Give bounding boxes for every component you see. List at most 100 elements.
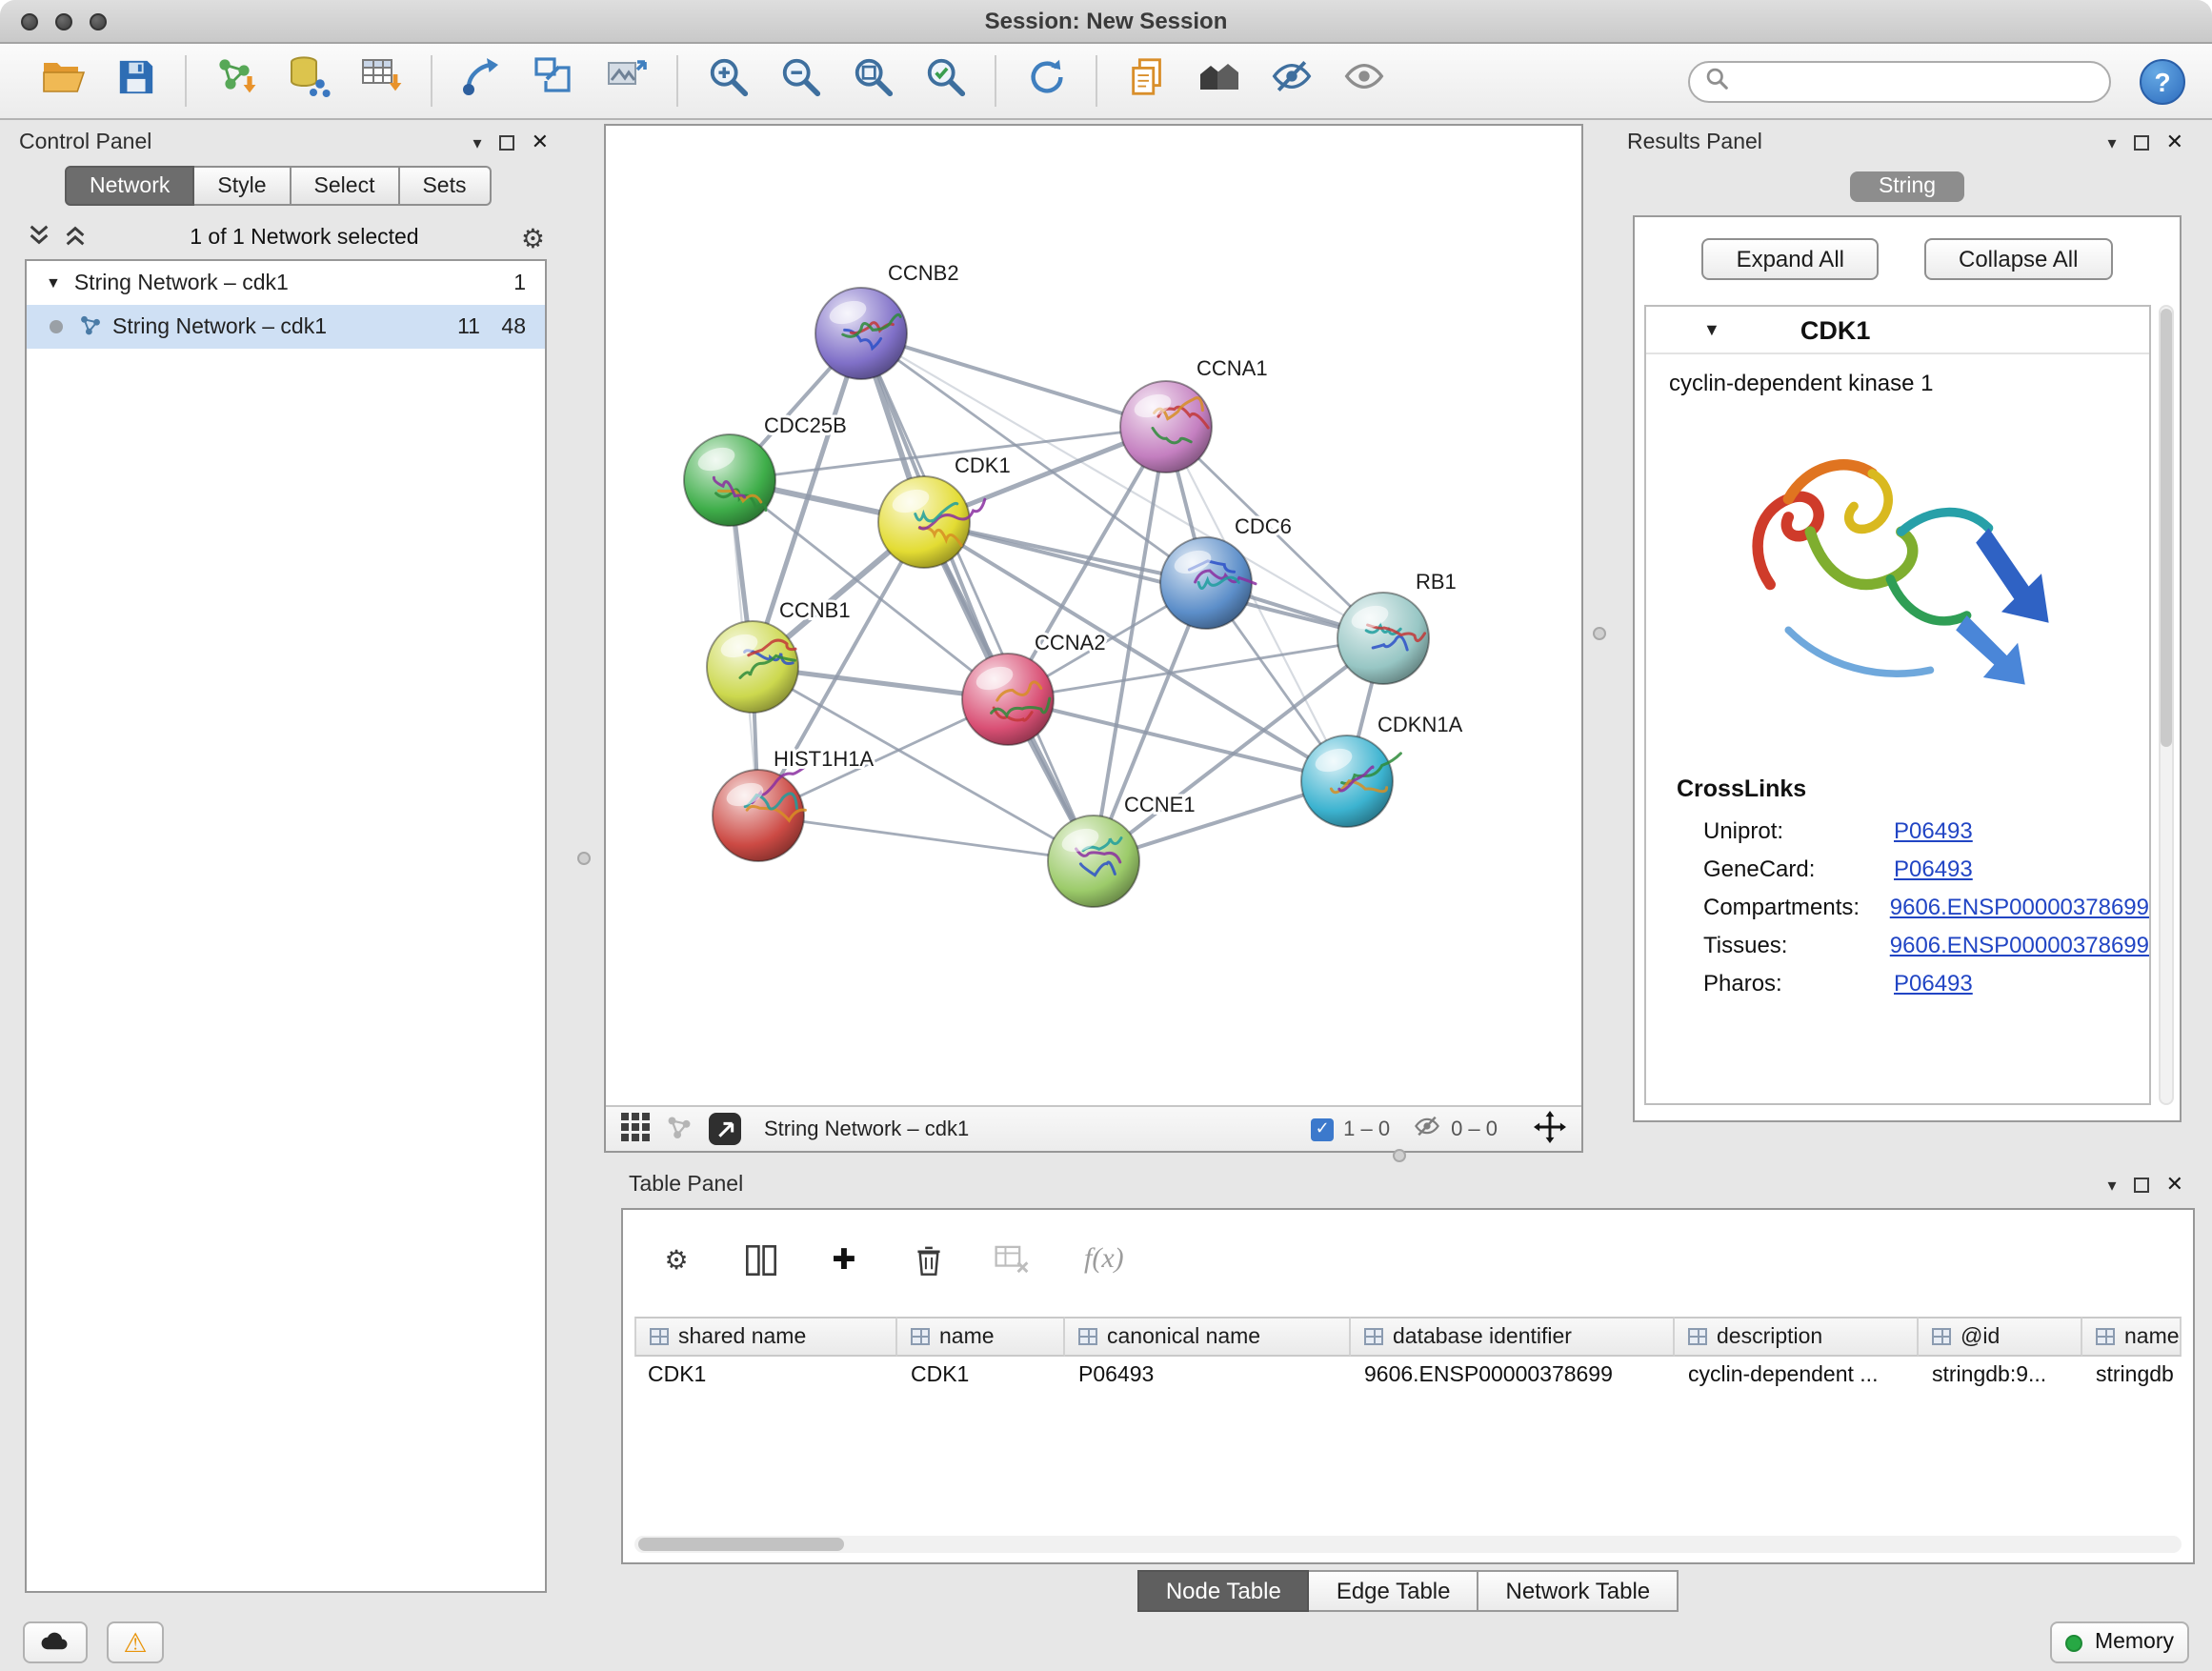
control-panel: Control Panel ▾ ✕ Network Style Select S…	[11, 124, 560, 1597]
column-header-description[interactable]: description	[1675, 1317, 1919, 1357]
expand-all-networks-icon[interactable]	[27, 223, 51, 253]
expand-all-button[interactable]: Expand All	[1702, 238, 1879, 280]
section-expander-icon[interactable]: ▼	[1703, 320, 1720, 339]
clone-network-button[interactable]	[1111, 50, 1183, 111]
network-options-gear-icon[interactable]: ⚙	[521, 225, 545, 252]
zoom-in-button[interactable]	[692, 50, 764, 111]
network-canvas[interactable]: CCNB2CCNA1CDC25BCDK1CDC6RB1CCNB1CCNA2CDK…	[606, 126, 1581, 1105]
delete-column-trash-icon[interactable]	[905, 1237, 951, 1282]
crosslink-label: Pharos:	[1703, 970, 1894, 997]
tab-network-table[interactable]: Network Table	[1479, 1569, 1679, 1611]
table-tabs: Node Table Edge Table Network Table	[621, 1566, 2195, 1614]
import-table-from-file-button[interactable]	[345, 50, 417, 111]
column-header-id[interactable]: @id	[1919, 1317, 2082, 1357]
results-scrollbar[interactable]	[2159, 305, 2174, 1105]
crosslink-pharos-link[interactable]: P06493	[1894, 970, 1973, 997]
zoom-selected-button[interactable]	[909, 50, 981, 111]
warnings-button[interactable]: ⚠	[107, 1621, 164, 1663]
help-button[interactable]: ?	[2140, 58, 2185, 104]
tab-edge-table[interactable]: Edge Table	[1310, 1569, 1479, 1611]
scrollbar-thumb[interactable]	[638, 1538, 844, 1551]
svg-text:CDK1: CDK1	[955, 453, 1011, 477]
tab-node-table[interactable]: Node Table	[1137, 1569, 1310, 1611]
cloud-status-button[interactable]	[23, 1621, 88, 1663]
crosslink-uniprot-link[interactable]: P06493	[1894, 817, 1973, 844]
column-header-name[interactable]: name	[897, 1317, 1065, 1357]
column-type-icon	[911, 1328, 930, 1345]
collection-expander-icon[interactable]: ▼	[46, 274, 61, 292]
gene-section-header[interactable]: ▼ CDK1	[1646, 307, 2149, 354]
hide-selected-button[interactable]	[1256, 50, 1328, 111]
float-panel-icon[interactable]	[2134, 135, 2149, 151]
column-header-shared-name[interactable]: shared name	[634, 1317, 897, 1357]
zoom-fit-button[interactable]	[836, 50, 909, 111]
panel-menu-icon[interactable]: ▾	[2108, 134, 2117, 151]
open-session-button[interactable]	[27, 50, 99, 111]
collapse-all-networks-icon[interactable]	[63, 223, 88, 253]
column-type-icon	[1078, 1328, 1097, 1345]
home-button[interactable]	[1183, 50, 1256, 111]
import-network-from-file-button[interactable]	[200, 50, 272, 111]
selected-checkbox-icon[interactable]: ✓	[1311, 1117, 1334, 1140]
close-window-button[interactable]	[21, 12, 38, 30]
network-row-selected[interactable]: String Network – cdk1 11 48	[27, 305, 545, 349]
float-panel-icon[interactable]	[499, 135, 514, 151]
apply-layout-button[interactable]	[1010, 50, 1082, 111]
cell-canonical-name: P06493	[1065, 1357, 1351, 1397]
cloud-icon	[38, 1624, 72, 1661]
search-field[interactable]	[1688, 60, 2111, 102]
column-header-canonical-name[interactable]: canonical name	[1065, 1317, 1351, 1357]
splitter-handle-left[interactable]	[577, 852, 591, 865]
collapse-all-button[interactable]: Collapse All	[1924, 238, 2112, 280]
table-row[interactable]: CDK1 CDK1 P06493 9606.ENSP00000378699 cy…	[634, 1357, 2182, 1397]
column-header-namespace[interactable]: namespac	[2082, 1317, 2182, 1357]
panel-menu-icon[interactable]: ▾	[473, 134, 482, 151]
memory-button[interactable]: Memory	[2051, 1621, 2189, 1663]
toolbar-separator	[995, 55, 996, 107]
minimize-window-button[interactable]	[55, 12, 72, 30]
crosslink-compartments-link[interactable]: 9606.ENSP00000378699	[1890, 894, 2149, 920]
window-controls	[21, 0, 107, 42]
network-graph[interactable]: CCNB2CCNA1CDC25BCDK1CDC6RB1CCNB1CCNA2CDK…	[606, 126, 1581, 1105]
network-selection-status: 1 of 1 Network selected	[99, 227, 510, 250]
zoom-out-button[interactable]	[764, 50, 836, 111]
first-neighbors-button[interactable]	[446, 50, 518, 111]
crosslink-tissues-link[interactable]: 9606.ENSP00000378699	[1890, 932, 2149, 958]
database-icon	[286, 53, 332, 109]
close-panel-icon[interactable]: ✕	[2166, 1175, 2183, 1196]
splitter-handle-right[interactable]	[1593, 627, 1606, 640]
collection-count: 1	[513, 272, 526, 294]
tab-style[interactable]: Style	[194, 166, 291, 206]
tab-network[interactable]: Network	[65, 166, 194, 206]
network-collection-row[interactable]: ▼ String Network – cdk1 1	[27, 261, 545, 305]
import-network-from-database-button[interactable]	[272, 50, 345, 111]
zoom-window-button[interactable]	[90, 12, 107, 30]
create-column-icon[interactable]: ✚	[821, 1237, 867, 1282]
show-columns-icon[interactable]	[737, 1237, 783, 1282]
panel-menu-icon[interactable]: ▾	[2108, 1177, 2117, 1194]
close-panel-icon[interactable]: ✕	[2166, 132, 2183, 153]
window-title: Session: New Session	[985, 8, 1228, 34]
column-header-database-identifier[interactable]: database identifier	[1351, 1317, 1675, 1357]
table-horizontal-scrollbar[interactable]	[634, 1536, 2182, 1553]
table-options-gear-icon[interactable]: ⚙	[654, 1237, 699, 1282]
new-network-from-selection-button[interactable]	[518, 50, 591, 111]
save-session-button[interactable]	[99, 50, 171, 111]
protein-structure-image	[1711, 412, 2084, 749]
svg-text:CCNA1: CCNA1	[1196, 356, 1268, 380]
birds-eye-grid-icon[interactable]	[621, 1112, 650, 1146]
open-in-browser-button[interactable]	[709, 1113, 741, 1145]
splitter-handle-bottom[interactable]	[1393, 1149, 1406, 1162]
cell-name: CDK1	[897, 1357, 1065, 1397]
string-tab-badge[interactable]: String	[1850, 171, 1964, 202]
search-input[interactable]	[1739, 70, 2094, 92]
show-all-button[interactable]	[1328, 50, 1400, 111]
float-panel-icon[interactable]	[2134, 1178, 2149, 1193]
close-panel-icon[interactable]: ✕	[532, 132, 549, 153]
tab-select[interactable]: Select	[292, 166, 400, 206]
tab-sets[interactable]: Sets	[399, 166, 491, 206]
export-image-button[interactable]	[591, 50, 663, 111]
pan-crosshair-icon[interactable]	[1534, 1110, 1566, 1148]
crosslink-genecard-link[interactable]: P06493	[1894, 856, 1973, 882]
table-panel-header: Table Panel ▾ ✕	[621, 1166, 2195, 1204]
